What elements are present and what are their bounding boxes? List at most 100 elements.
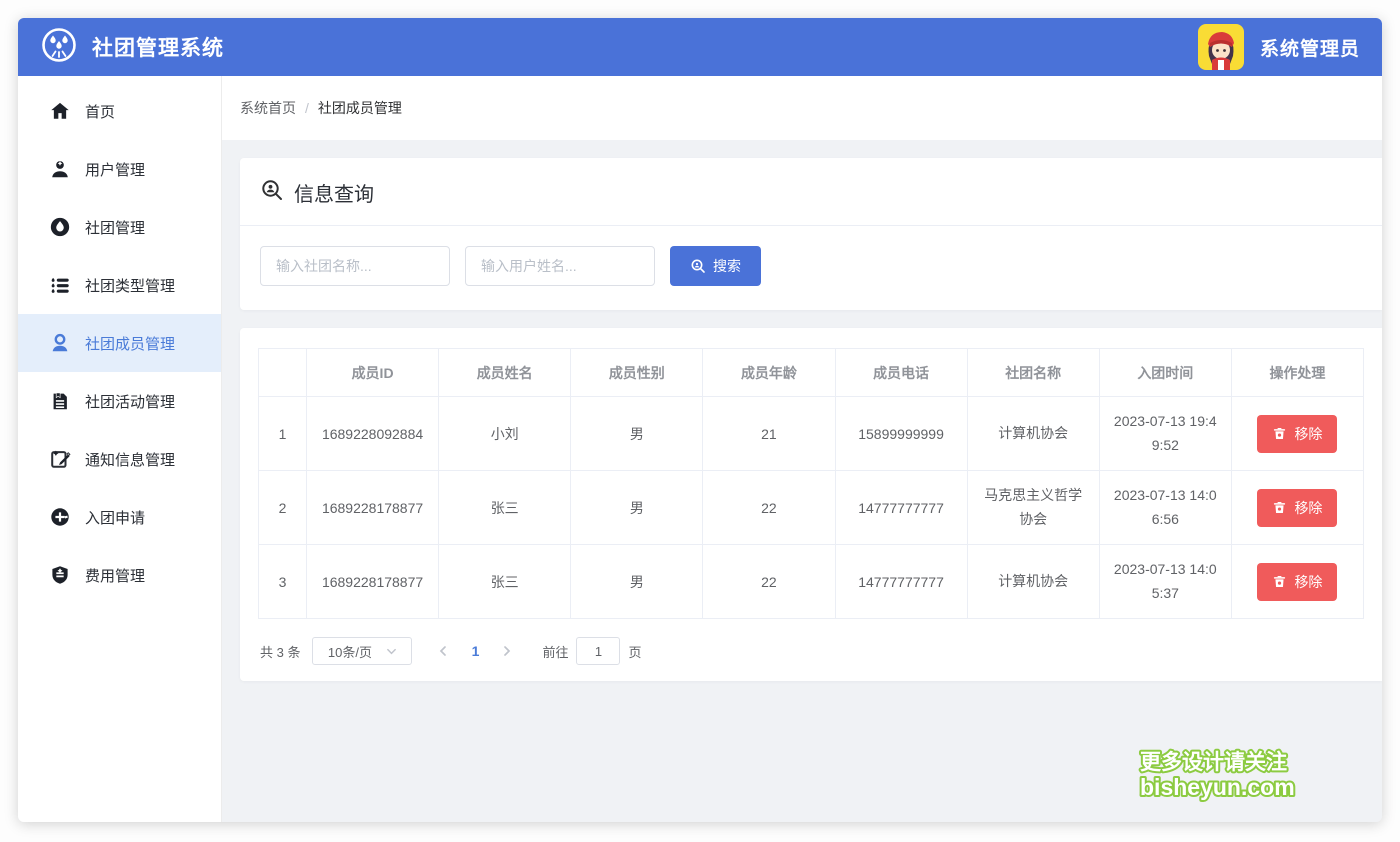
pagination: 共 3 条 10条/页 [258, 637, 1364, 665]
page-size-value: 10条/页 [328, 642, 372, 661]
column-header: 成员性别 [571, 349, 703, 397]
sidebar-item-club-manage[interactable]: 社团管理 [18, 198, 221, 256]
cell-club: 计算机协会 [967, 397, 1099, 471]
remove-button-label: 移除 [1294, 424, 1322, 444]
cell-age: 22 [703, 545, 835, 619]
club-type-icon [48, 273, 72, 297]
cell-club: 马克思主义哲学协会 [967, 471, 1099, 545]
app-title: 社团管理系统 [92, 32, 224, 62]
query-card-title: 信息查询 [294, 178, 374, 207]
cell-phone: 14777777777 [835, 471, 967, 545]
sidebar-item-notice-manage[interactable]: 通知信息管理 [18, 430, 221, 488]
column-header: 成员ID [307, 349, 439, 397]
table-row: 11689228092884小刘男2115899999999计算机协会2023-… [259, 397, 1364, 471]
breadcrumb-home[interactable]: 系统首页 [240, 98, 296, 118]
cell-club: 计算机协会 [967, 545, 1099, 619]
sidebar-item-label: 社团类型管理 [85, 275, 175, 296]
club-activity-icon [48, 389, 72, 413]
sidebar-item-home[interactable]: 首页 [18, 82, 221, 140]
cell-join_time: 2023-07-13 19:49:52 [1099, 397, 1231, 471]
sidebar-item-label: 入团申请 [85, 507, 145, 528]
sidebar-item-label: 首页 [85, 101, 115, 122]
cell-age: 21 [703, 397, 835, 471]
column-header: 成员年龄 [703, 349, 835, 397]
user-name-input[interactable] [465, 246, 655, 286]
cell-action: 移除 [1231, 545, 1363, 619]
page-number-1[interactable]: 1 [460, 643, 490, 659]
search-icon [690, 258, 706, 274]
cell-gender: 男 [571, 545, 703, 619]
cell-join_time: 2023-07-13 14:06:56 [1099, 471, 1231, 545]
search-button[interactable]: 搜索 [670, 246, 761, 286]
home-icon [48, 99, 72, 123]
cell-name: 小刘 [439, 397, 571, 471]
cell-member_id: 1689228092884 [307, 397, 439, 471]
query-card: 信息查询 [240, 158, 1382, 310]
club-name-input[interactable] [260, 246, 450, 286]
club-manage-icon [48, 215, 72, 239]
brand: 社团管理系统 [40, 26, 224, 69]
content-area: 信息查询 [222, 140, 1382, 822]
watermark-line2: bisheyun.com [1140, 774, 1295, 800]
cell-action: 移除 [1231, 471, 1363, 545]
sidebar-item-label: 费用管理 [85, 565, 145, 586]
remove-button[interactable]: 移除 [1257, 489, 1337, 527]
join-apply-icon [48, 505, 72, 529]
sidebar-item-label: 社团成员管理 [85, 333, 175, 354]
remove-button[interactable]: 移除 [1257, 563, 1337, 601]
remove-button-label: 移除 [1294, 498, 1322, 518]
cell-age: 22 [703, 471, 835, 545]
cell-join_time: 2023-07-13 14:05:37 [1099, 545, 1231, 619]
cell-gender: 男 [571, 397, 703, 471]
pagination-total: 共 3 条 [260, 642, 300, 661]
cell-gender: 男 [571, 471, 703, 545]
cell-member_id: 1689228178877 [307, 545, 439, 619]
table-row: 31689228178877张三男2214777777777计算机协会2023-… [259, 545, 1364, 619]
column-header: 成员姓名 [439, 349, 571, 397]
sidebar-item-user-manage[interactable]: 用户管理 [18, 140, 221, 198]
cell-index: 1 [259, 397, 307, 471]
column-header [259, 349, 307, 397]
sidebar-item-join-apply[interactable]: 入团申请 [18, 488, 221, 546]
sidebar-nav: 首页用户管理社团管理社团类型管理社团成员管理社团活动管理通知信息管理入团申请费用… [18, 76, 222, 822]
watermark: 更多设计请关注 bisheyun.com [1135, 745, 1360, 812]
cell-phone: 14777777777 [835, 545, 967, 619]
trash-icon [1272, 500, 1287, 515]
cell-phone: 15899999999 [835, 397, 967, 471]
column-header: 入团时间 [1099, 349, 1231, 397]
breadcrumb-separator: / [305, 100, 309, 116]
breadcrumb: 系统首页 / 社团成员管理 [222, 76, 1382, 140]
cell-name: 张三 [439, 471, 571, 545]
prev-page-button[interactable] [426, 637, 460, 665]
page: 社团管理系统 系统管理员 [0, 0, 1400, 842]
column-header: 社团名称 [967, 349, 1099, 397]
goto-page-input[interactable] [576, 637, 620, 665]
column-header: 操作处理 [1231, 349, 1363, 397]
watermark-line1: 更多设计请关注 [1140, 750, 1287, 774]
trash-icon [1272, 426, 1287, 441]
remove-button[interactable]: 移除 [1257, 415, 1337, 453]
remove-button-label: 移除 [1294, 572, 1322, 592]
cell-action: 移除 [1231, 397, 1363, 471]
admin-avatar[interactable] [1198, 24, 1244, 70]
sidebar-item-club-activity[interactable]: 社团活动管理 [18, 372, 221, 430]
search-user-icon [260, 178, 284, 207]
cell-member_id: 1689228178877 [307, 471, 439, 545]
page-size-select[interactable]: 10条/页 [312, 637, 412, 665]
fee-manage-icon [48, 563, 72, 587]
notice-manage-icon [48, 447, 72, 471]
chevron-down-icon [386, 646, 397, 657]
cell-name: 张三 [439, 545, 571, 619]
top-header: 社团管理系统 系统管理员 [18, 18, 1382, 76]
member-table: 成员ID成员姓名成员性别成员年龄成员电话社团名称入团时间操作处理 1168922… [258, 348, 1364, 619]
sidebar-item-club-member[interactable]: 社团成员管理 [18, 314, 221, 372]
table-row: 21689228178877张三男2214777777777马克思主义哲学协会2… [259, 471, 1364, 545]
sidebar-item-label: 社团活动管理 [85, 391, 175, 412]
next-page-button[interactable] [490, 637, 524, 665]
member-table-card: 成员ID成员姓名成员性别成员年龄成员电话社团名称入团时间操作处理 1168922… [240, 328, 1382, 681]
breadcrumb-current: 社团成员管理 [318, 98, 402, 118]
user-manage-icon [48, 157, 72, 181]
sidebar-item-club-type[interactable]: 社团类型管理 [18, 256, 221, 314]
sidebar-item-fee-manage[interactable]: 费用管理 [18, 546, 221, 604]
app-window: 社团管理系统 系统管理员 [18, 18, 1382, 822]
